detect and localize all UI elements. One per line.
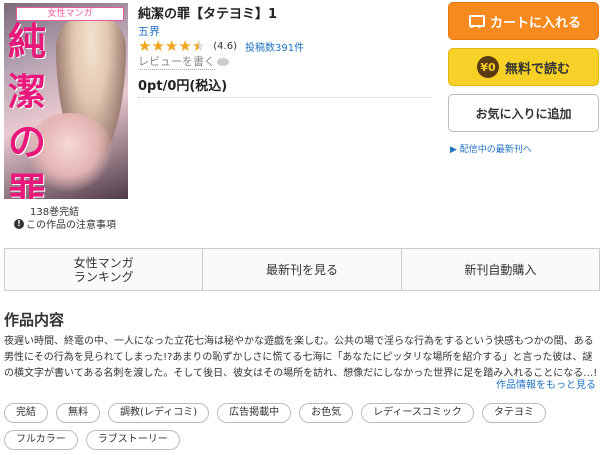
tag-chip[interactable]: お色気 <box>299 403 354 423</box>
tab-ranking-label: 女性マンガ ランキング <box>73 255 134 284</box>
tag-chip[interactable]: 無料 <box>56 403 100 423</box>
tab-auto-purchase-label: 新刊自動購入 <box>464 262 537 277</box>
caution-label: この作品の注意事項 <box>26 220 116 231</box>
tag-chip[interactable]: 広告掲載中 <box>217 403 292 423</box>
action-tabs: 女性マンガ ランキング 最新刊を見る 新刊自動購入 <box>4 248 600 291</box>
more-info-link[interactable]: 作品情報をもっと見る <box>496 376 596 391</box>
add-to-cart-label: カートに入れる <box>489 15 581 31</box>
speech-bubble-icon <box>217 57 229 66</box>
price: 0pt/0円(税込) <box>138 79 228 94</box>
cover-title: 純潔の罪 <box>8 19 47 199</box>
caution-link[interactable]: ! この作品の注意事項 <box>14 216 116 231</box>
divider <box>138 97 432 98</box>
tag-chip[interactable]: ラブストーリー <box>85 430 180 450</box>
tab-ranking[interactable]: 女性マンガ ランキング <box>5 249 204 290</box>
tab-latest[interactable]: 最新刊を見る <box>203 249 402 290</box>
rating-value: (4.6) <box>213 40 237 52</box>
star-icon: ★ <box>178 37 192 55</box>
star-icon: ★ <box>164 37 179 55</box>
book-cover[interactable]: 純潔の罪 女性マンガ <box>4 3 128 199</box>
read-free-label: 無料で読む <box>504 61 570 77</box>
tab-latest-label: 最新刊を見る <box>265 262 338 277</box>
genre-tag: 女性マンガ <box>16 7 124 21</box>
tag-chip[interactable]: 完結 <box>4 403 48 423</box>
add-favorite-button[interactable]: お気に入りに追加 <box>448 94 599 132</box>
reviews-link[interactable]: 投稿数391件 <box>245 39 304 54</box>
tag-list: 完結 無料 調教(レディコミ) 広告掲載中 お色気 レディースコミック タテヨミ… <box>4 403 594 450</box>
star-half-icon: ★ <box>191 37 206 55</box>
tag-chip[interactable]: 調教(レディコミ) <box>108 403 210 423</box>
star-icon: ★ <box>151 37 165 55</box>
cart-icon <box>466 14 485 28</box>
write-review-link[interactable]: レビューを書く <box>138 53 229 70</box>
description-heading: 作品内容 <box>4 311 65 329</box>
tab-auto-purchase[interactable]: 新刊自動購入 <box>401 249 599 290</box>
tag-chip[interactable]: レディースコミック <box>361 403 474 423</box>
write-review-label: レビューを書く <box>138 55 215 70</box>
book-title: 純潔の罪【タテヨミ】1 <box>138 7 278 22</box>
star-icon: ★ <box>138 37 152 55</box>
yen-zero-icon: ¥0 <box>476 56 499 78</box>
tag-chip[interactable]: フルカラー <box>4 430 78 450</box>
add-to-cart-button[interactable]: カートに入れる <box>448 2 599 40</box>
add-favorite-label: お気に入りに追加 <box>475 106 572 121</box>
tag-chip[interactable]: タテヨミ <box>481 403 546 423</box>
read-free-button[interactable]: ¥0 無料で読む <box>448 48 599 86</box>
latest-volume-link[interactable]: ▶ 配信中の最新刊へ <box>450 142 532 155</box>
rating: ★ ★ ★ ★ ★ (4.6) 投稿数391件 <box>138 38 304 54</box>
info-icon: ! <box>14 218 24 229</box>
description-text: 夜遅い時間、終電の中、一人になった立花七海は秘やかな遊戯を楽しむ。公共の場で淫ら… <box>4 336 598 379</box>
